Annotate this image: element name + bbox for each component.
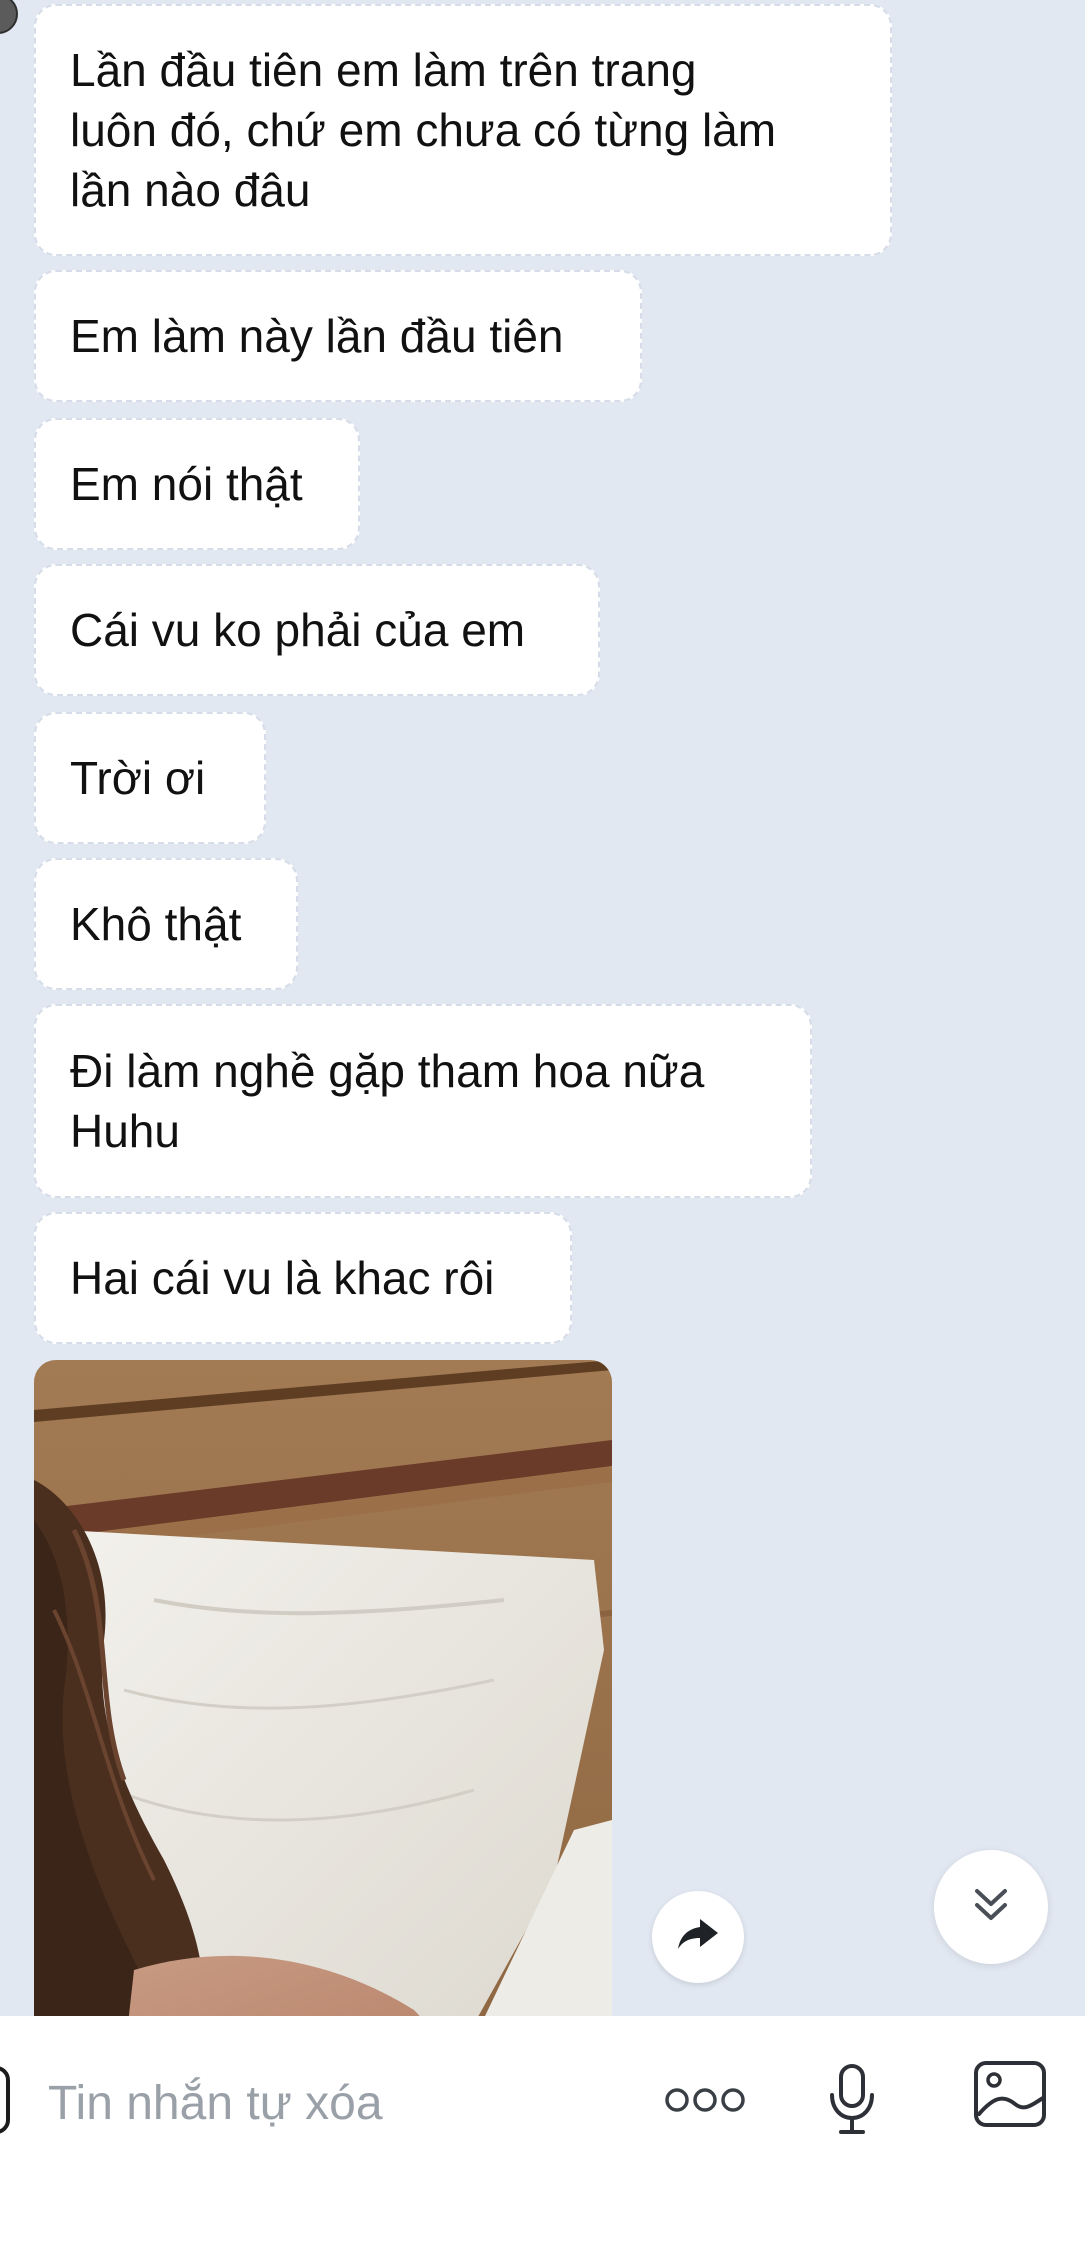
message-line: Huhu bbox=[70, 1105, 180, 1157]
message-text: Đi làm nghề gặp tham hoa nữa Huhu bbox=[70, 1041, 704, 1161]
message-bubble[interactable]: Lần đầu tiên em làm trên trang luôn đó, … bbox=[34, 4, 892, 256]
message-line: lần nào đâu bbox=[70, 164, 311, 216]
photo-message[interactable] bbox=[34, 1360, 612, 2016]
chat-message-list[interactable]: Lần đầu tiên em làm trên trang luôn đó, … bbox=[0, 0, 1085, 2016]
message-text: Khô thật bbox=[70, 898, 242, 950]
image-picker-button[interactable] bbox=[972, 2060, 1048, 2132]
message-line: luôn đó, chứ em chưa có từng làm bbox=[70, 104, 777, 156]
message-bubble[interactable]: Cái vu ko phải của em bbox=[34, 564, 600, 696]
message-composer bbox=[0, 2016, 1085, 2263]
more-options-button[interactable] bbox=[664, 2082, 746, 2122]
message-text: Em làm này lần đầu tiên bbox=[70, 310, 564, 362]
message-text: Trời ơi bbox=[70, 752, 206, 804]
more-options-icon bbox=[664, 2085, 746, 2120]
voice-record-button[interactable] bbox=[822, 2056, 882, 2148]
message-text: Hai cái vu là khac rôi bbox=[70, 1252, 495, 1304]
message-bubble[interactable]: Trời ơi bbox=[34, 712, 266, 844]
message-line: Lần đầu tiên em làm trên trang bbox=[70, 44, 697, 96]
microphone-icon bbox=[827, 2063, 877, 2142]
share-button[interactable] bbox=[652, 1891, 744, 1983]
message-line: Đi làm nghề gặp tham hoa nữa bbox=[70, 1045, 705, 1097]
message-text: Lần đầu tiên em làm trên trang luôn đó, … bbox=[70, 40, 776, 220]
message-bubble[interactable]: Đi làm nghề gặp tham hoa nữa Huhu bbox=[34, 1004, 812, 1198]
sender-avatar[interactable] bbox=[0, 0, 18, 34]
message-bubble[interactable]: Em nói thật bbox=[34, 418, 360, 550]
message-bubble[interactable]: Em làm này lần đầu tiên bbox=[34, 270, 642, 402]
message-bubble[interactable]: Khô thật bbox=[34, 858, 298, 990]
photo-image bbox=[34, 1360, 612, 2016]
double-chevron-down-icon bbox=[971, 1885, 1011, 1930]
emoji-button[interactable] bbox=[0, 2066, 10, 2134]
message-text: Em nói thật bbox=[70, 458, 303, 510]
image-gallery-icon bbox=[973, 2060, 1047, 2133]
message-bubble[interactable]: Hai cái vu là khac rôi bbox=[34, 1212, 572, 1344]
scroll-down-button[interactable] bbox=[934, 1850, 1048, 1964]
share-arrow-icon bbox=[674, 1915, 722, 1960]
message-text: Cái vu ko phải của em bbox=[70, 604, 526, 656]
message-input[interactable] bbox=[48, 2068, 608, 2138]
